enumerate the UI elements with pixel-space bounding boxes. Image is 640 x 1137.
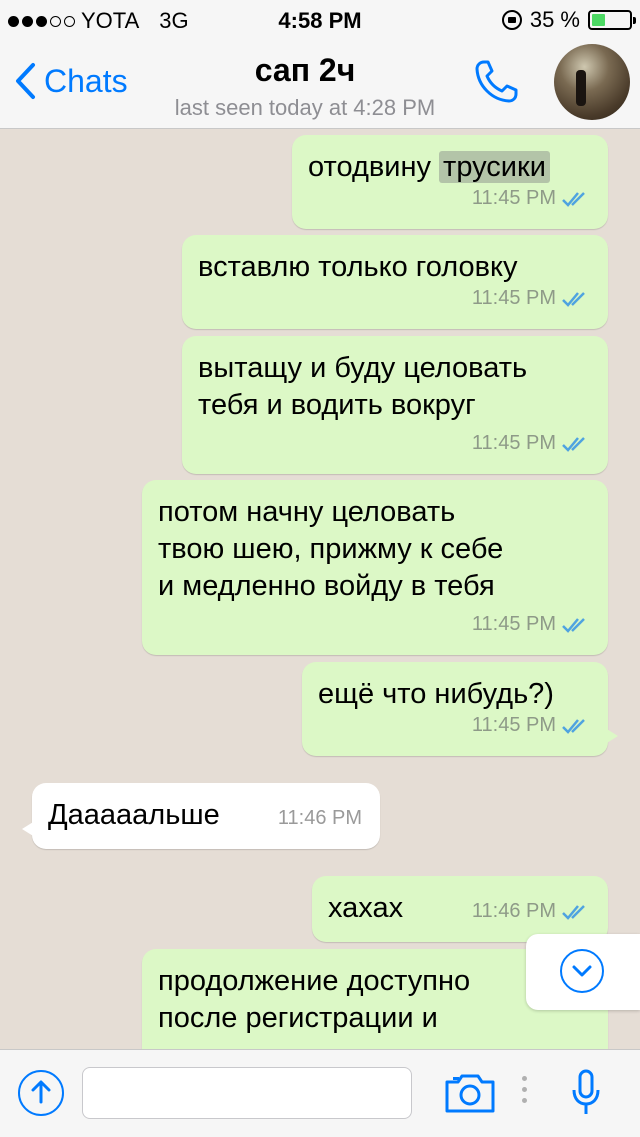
double-check-icon (562, 191, 585, 207)
chevron-down-icon (560, 949, 604, 993)
phone-icon (475, 60, 518, 103)
message-meta: 11:46 PM (278, 800, 362, 837)
message-time: 11:45 PM (471, 613, 556, 635)
message-bubble[interactable]: потом начну целовать твою шею, прижму к … (142, 480, 608, 655)
message-input[interactable] (82, 1067, 412, 1119)
contact-avatar[interactable] (554, 44, 630, 120)
message-meta: 11:46 PM (472, 893, 590, 930)
message-text: потом начну целовать твою шею, прижму к … (158, 496, 504, 602)
message-bubble[interactable]: вставлю только головку 11:45 PM (182, 235, 608, 329)
message-time: 11:45 PM (471, 287, 556, 309)
message-text: Дааааальше (48, 799, 220, 831)
voice-record-button[interactable] (570, 1068, 602, 1123)
message-bubble[interactable]: вытащу и буду целовать тебя и водить вок… (182, 336, 608, 474)
battery-percent: 35 % (529, 7, 580, 32)
message-meta: 11:45 PM (472, 280, 590, 317)
battery-fill (592, 14, 605, 26)
double-check-icon (562, 436, 585, 452)
contact-name: сап 2ч (254, 52, 356, 88)
rotation-lock-icon (501, 10, 522, 30)
message-text: продолжение доступно после регистрации и (158, 965, 471, 1034)
status-bar: YOTA 3G 4:58 PM 35 % (0, 0, 640, 40)
double-check-icon (562, 718, 585, 734)
scroll-to-bottom-button[interactable] (526, 934, 640, 1010)
message-bubble[interactable]: отодвину трусики 11:45 PM (292, 135, 608, 229)
message-time: 11:45 PM (471, 432, 556, 454)
avatar-figure (576, 70, 586, 106)
message-meta: 11:45 PM (472, 606, 590, 643)
message-time: 11:45 PM (471, 187, 556, 209)
message-bubble[interactable]: ещё что нибудь?) 11:45 PM (302, 662, 618, 756)
contact-info[interactable]: сап 2ч last seen today at 4:28 PM (140, 52, 470, 121)
attach-button[interactable] (18, 1070, 64, 1116)
message-meta: 11:45 PM (472, 707, 590, 744)
chevron-left-icon (16, 63, 35, 99)
camera-button[interactable] (444, 1072, 496, 1119)
divider-dots (522, 1076, 527, 1103)
chat-header: Chats сап 2ч last seen today at 4:28 PM (0, 40, 640, 129)
message-input-bar (0, 1049, 640, 1137)
battery-icon (588, 10, 636, 30)
message-text: хахах (328, 892, 404, 924)
last-seen: last seen today at 4:28 PM (174, 95, 436, 120)
double-check-icon (562, 904, 585, 920)
bubble-tail (22, 819, 38, 839)
message-meta: 11:45 PM (472, 425, 590, 462)
bubble-tail (602, 726, 618, 746)
message-time: 11:46 PM (277, 807, 362, 829)
message-list[interactable]: отодвину трусики 11:45 PM вставлю только… (0, 129, 640, 1049)
arrow-up-icon (31, 1080, 51, 1104)
status-right: 35 % (501, 7, 636, 33)
message-meta: 11:45 PM (472, 180, 590, 217)
camera-icon (445, 1074, 495, 1113)
call-button[interactable] (470, 56, 522, 113)
message-text-part: отодвину (308, 151, 440, 183)
double-check-icon (562, 617, 585, 633)
double-check-icon (562, 291, 585, 307)
microphone-icon (572, 1069, 600, 1114)
back-button[interactable]: Chats (14, 62, 128, 100)
message-bubble[interactable]: Дааааальше 11:46 PM (22, 783, 380, 849)
message-text: вставлю только головку (198, 251, 518, 283)
message-time: 11:45 PM (471, 714, 556, 736)
message-text: вытащу и буду целовать тебя и водить вок… (198, 352, 528, 421)
back-label: Chats (44, 62, 128, 99)
message-time: 11:46 PM (471, 900, 556, 922)
message-text-highlight: трусики (439, 151, 550, 183)
message-bubble[interactable]: хахах 11:46 PM (312, 876, 608, 942)
